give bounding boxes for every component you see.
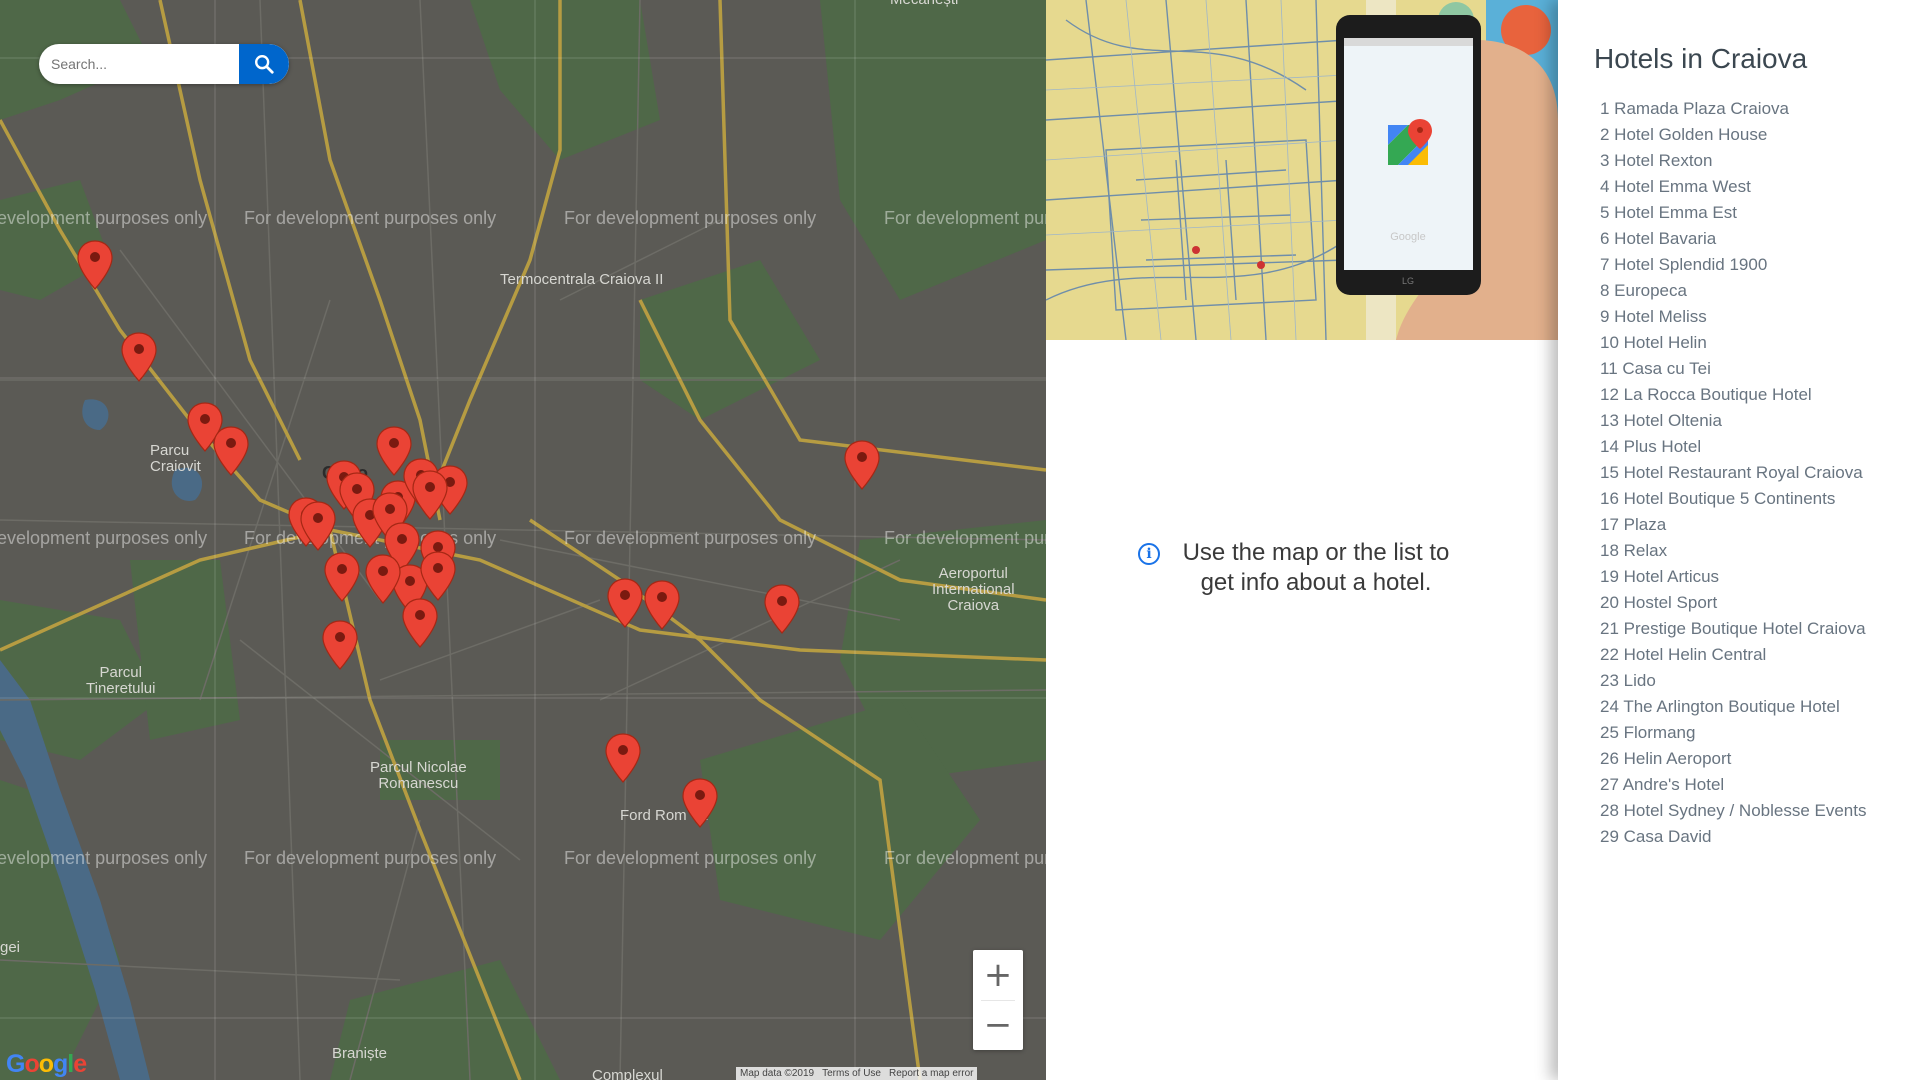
- map-pin-icon[interactable]: [605, 733, 641, 783]
- hotel-list-panel: Hotels in Craiova 1 Ramada Plaza Craiova…: [1558, 0, 1920, 1080]
- hotel-list-item[interactable]: 17 Plaza: [1600, 512, 1866, 538]
- hotel-list-item[interactable]: 12 La Rocca Boutique Hotel: [1600, 382, 1866, 408]
- google-logo[interactable]: Google: [6, 1050, 87, 1079]
- map-pin-icon[interactable]: [402, 598, 438, 648]
- hotel-list-item[interactable]: 3 Hotel Rexton: [1600, 148, 1866, 174]
- hero-image: LG Google: [1046, 0, 1558, 340]
- phone-with-map-image: LG Google: [1046, 0, 1558, 340]
- map-pin-icon[interactable]: [844, 440, 880, 490]
- map-pin-icon[interactable]: [322, 620, 358, 670]
- list-title: Hotels in Craiova: [1594, 43, 1808, 74]
- info-panel: LG Google i Use the map or the list to ge…: [1046, 0, 1558, 1080]
- google-logo-letter: o: [38, 1050, 54, 1078]
- hotel-list-item[interactable]: 8 Europeca: [1600, 278, 1866, 304]
- report-error-link[interactable]: Report a map error: [889, 1068, 973, 1079]
- hotel-list-item[interactable]: 6 Hotel Bavaria: [1600, 226, 1866, 252]
- hotel-list-item[interactable]: 15 Hotel Restaurant Royal Craiova: [1600, 460, 1866, 486]
- map-pin-icon[interactable]: [412, 470, 448, 520]
- hotel-list-item[interactable]: 4 Hotel Emma West: [1600, 174, 1866, 200]
- map-footer: Map data ©2019 Terms of Use Report a map…: [736, 1067, 978, 1080]
- hotel-list-item[interactable]: 29 Casa David: [1600, 824, 1866, 850]
- zoom-control: + −: [973, 950, 1023, 1050]
- label-termocentrala: Termocentrala Craiova II: [500, 271, 664, 288]
- label-braniste: Braniște: [332, 1045, 388, 1062]
- label-parcul-tineretului: Parcul Tineretului: [86, 664, 156, 697]
- label-complexul: Complexul: [592, 1067, 663, 1080]
- hotel-list-item[interactable]: 19 Hotel Articus: [1600, 564, 1866, 590]
- map-pin-icon[interactable]: [77, 240, 113, 290]
- hotel-list-item[interactable]: 28 Hotel Sydney / Noblesse Events: [1600, 798, 1866, 824]
- hotel-list-item[interactable]: 23 Lido: [1600, 668, 1866, 694]
- map-pin-icon[interactable]: [420, 551, 456, 601]
- map-canvas[interactable]: For development purposes only For develo…: [0, 0, 1046, 1080]
- hotel-list-item[interactable]: 13 Hotel Oltenia: [1600, 408, 1866, 434]
- hotel-list-item[interactable]: 20 Hostel Sport: [1600, 590, 1866, 616]
- map-pin-icon[interactable]: [213, 426, 249, 476]
- hotel-list-item[interactable]: 5 Hotel Emma Est: [1600, 200, 1866, 226]
- zoom-in-button[interactable]: +: [973, 950, 1023, 1000]
- map-pin-icon[interactable]: [682, 778, 718, 828]
- hotel-list-item[interactable]: 11 Casa cu Tei: [1600, 356, 1866, 382]
- search-input[interactable]: [39, 44, 251, 84]
- map-pin-icon[interactable]: [365, 554, 401, 604]
- info-circle-icon: i: [1138, 543, 1160, 565]
- map-pin-icon[interactable]: [607, 578, 643, 628]
- google-logo-letter: e: [73, 1050, 87, 1078]
- map-pin-icon[interactable]: [300, 501, 336, 551]
- hotel-list: 1 Ramada Plaza Craiova 2 Hotel Golden Hou…: [1600, 96, 1866, 850]
- hotel-list-item[interactable]: 26 Helin Aeroport: [1600, 746, 1866, 772]
- hotel-list-item[interactable]: 9 Hotel Meliss: [1600, 304, 1866, 330]
- google-logo-letter: g: [53, 1050, 68, 1078]
- info-message: i Use the map or the list to get info abo…: [1046, 538, 1558, 598]
- svg-text:LG: LG: [1402, 276, 1414, 286]
- map-pin-icon[interactable]: [644, 580, 680, 630]
- search-bar: [39, 44, 289, 84]
- hotel-list-item[interactable]: 7 Hotel Splendid 1900: [1600, 252, 1866, 278]
- map-pin-icon[interactable]: [764, 584, 800, 634]
- label-aeroport: Aeroportul International Craiova: [932, 565, 1015, 614]
- map-pin-icon[interactable]: [324, 552, 360, 602]
- hotel-list-item[interactable]: 22 Hotel Helin Central: [1600, 642, 1866, 668]
- label-gei: gei: [0, 939, 21, 956]
- search-button[interactable]: [239, 44, 289, 84]
- hotel-list-item[interactable]: 16 Hotel Boutique 5 Continents: [1600, 486, 1866, 512]
- hotel-list-item[interactable]: 25 Flormang: [1600, 720, 1866, 746]
- search-icon: [255, 55, 274, 74]
- hotel-list-item[interactable]: 14 Plus Hotel: [1600, 434, 1866, 460]
- map-data-attribution: Map data ©2019: [740, 1068, 815, 1079]
- map-base-layer: [0, 0, 1046, 1080]
- hotel-list-item[interactable]: 18 Relax: [1600, 538, 1866, 564]
- hotel-list-item[interactable]: 24 The Arlington Boutique Hotel: [1600, 694, 1866, 720]
- info-message-text: Use the map or the list to get info abou…: [1182, 539, 1450, 596]
- hotel-list-item[interactable]: 2 Hotel Golden House: [1600, 122, 1866, 148]
- svg-text:Google: Google: [1390, 231, 1425, 243]
- google-logo-letter: G: [6, 1050, 25, 1078]
- hotel-list-item[interactable]: 21 Prestige Boutique Hotel Craiova: [1600, 616, 1866, 642]
- hotel-list-item[interactable]: 1 Ramada Plaza Craiova: [1600, 96, 1866, 122]
- hotel-list-item[interactable]: 27 Andre's Hotel: [1600, 772, 1866, 798]
- label-mecanesti: Mecanești: [890, 0, 958, 8]
- label-parcul-romanescu: Parcul Nicolae Romanescu: [370, 759, 467, 792]
- terms-link[interactable]: Terms of Use: [822, 1068, 881, 1079]
- map-pin-icon[interactable]: [121, 332, 157, 382]
- google-logo-letter: o: [24, 1050, 39, 1078]
- hotel-list-item[interactable]: 10 Hotel Helin: [1600, 330, 1866, 356]
- zoom-out-button[interactable]: −: [973, 1000, 1023, 1050]
